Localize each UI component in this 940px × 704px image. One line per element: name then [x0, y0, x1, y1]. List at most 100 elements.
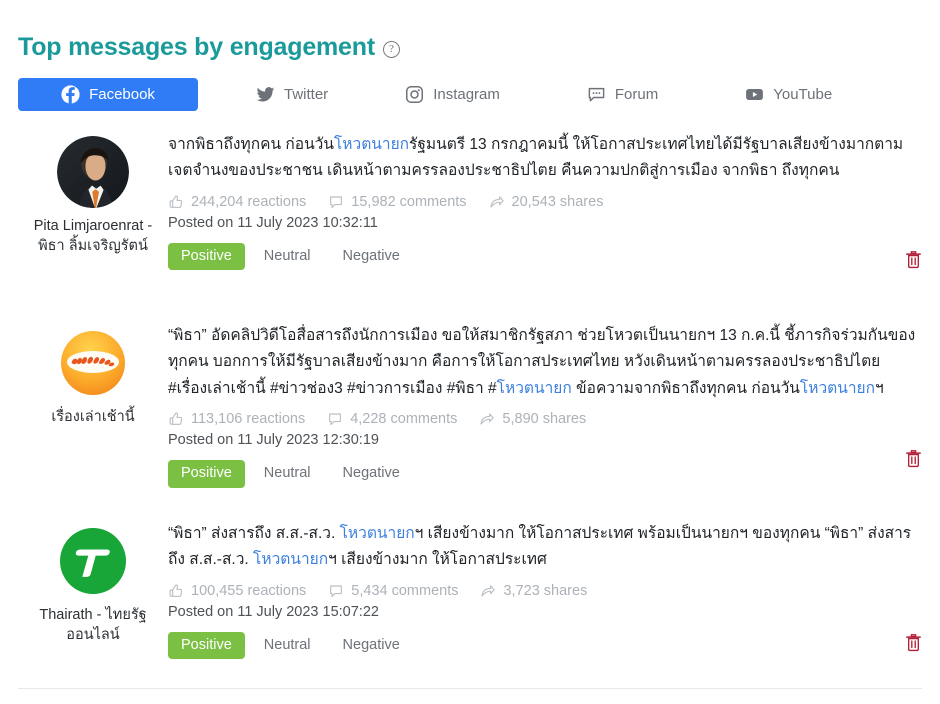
- delete-message-button[interactable]: [905, 250, 922, 269]
- trash-icon: [906, 250, 921, 268]
- author-name: Thairath - ไทยรัฐออนไลน์: [39, 606, 147, 644]
- reactions-metric: 113,106 reactions: [168, 411, 305, 427]
- message-text-link[interactable]: โหวตนายก: [334, 136, 409, 153]
- avatar-logo-ruengleacownee: [57, 326, 129, 399]
- youtube-icon: [745, 85, 764, 104]
- sentiment-negative-button[interactable]: Negative: [330, 460, 413, 488]
- reactions-metric: 244,204 reactions: [168, 194, 306, 210]
- engagement-metrics: 113,106 reactions 4,228 comments 5,890 s…: [168, 411, 922, 427]
- comment-bubble-icon: [328, 194, 344, 210]
- sentiment-selector: Positive Neutral Negative: [168, 631, 922, 660]
- message-text: จากพิธาถึงทุกคน ก่อนวันโหวตนายกรัฐมนตรี …: [168, 132, 922, 185]
- comment-bubble-icon: [327, 411, 343, 427]
- sentiment-neutral-button[interactable]: Neutral: [251, 460, 324, 488]
- posted-timestamp: Posted on 11 July 2023 10:32:11: [168, 214, 378, 231]
- avatar: [57, 524, 129, 597]
- sentiment-neutral-button[interactable]: Neutral: [251, 632, 324, 660]
- sentiment-neutral-button[interactable]: Neutral: [251, 243, 324, 271]
- delete-message-button[interactable]: [905, 633, 922, 652]
- message-author: Pita Limjaroenrat - พิธา ลิ้มเจริญรัตน์: [18, 127, 168, 317]
- instagram-icon: [405, 85, 424, 104]
- tab-label-instagram: Instagram: [433, 85, 500, 103]
- message-text: “พิธา” อัดคลิปวิดีโอสื่อสารถึงนักการเมือ…: [168, 323, 922, 403]
- shares-metric: 5,890 shares: [479, 411, 586, 427]
- sentiment-negative-button[interactable]: Negative: [330, 243, 413, 271]
- comments-count: 15,982 comments: [351, 193, 467, 210]
- message-body: “พิธา” อัดคลิปวิดีโอสื่อสารถึงนักการเมือ…: [168, 318, 922, 515]
- comments-count: 4,228 comments: [350, 411, 458, 428]
- tab-label-youtube: YouTube: [773, 85, 833, 103]
- posted-timestamp: Posted on 11 July 2023 15:07:22: [168, 603, 379, 620]
- delete-message-button[interactable]: [905, 449, 922, 468]
- posted-timestamp: Posted on 11 July 2023 12:30:19: [168, 432, 379, 449]
- twitter-icon: [256, 85, 275, 104]
- platform-tabs: Facebook Twitter Instagram Forum YouTube: [0, 77, 940, 111]
- share-arrow-icon: [489, 194, 505, 210]
- message-text-run: ข้อความจากพิธาถึงทุกคน ก่อนวัน: [571, 379, 800, 397]
- message-author: เรื่องเล่าเช้านี้: [18, 318, 168, 515]
- tab-forum[interactable]: Forum: [571, 78, 674, 111]
- panel-header: Top messages by engagement ?: [0, 0, 940, 62]
- thumbs-up-icon: [168, 583, 184, 599]
- messages-list: Pita Limjaroenrat - พิธา ลิ้มเจริญรัตน์ …: [0, 127, 940, 689]
- tab-label-facebook: Facebook: [89, 85, 155, 103]
- thumbs-up-icon: [168, 194, 184, 210]
- comments-count: 5,434 comments: [351, 582, 459, 599]
- message-text-link[interactable]: โหวตนายก: [800, 380, 875, 397]
- engagement-metrics: 244,204 reactions 15,982 comments 20,543…: [168, 194, 922, 210]
- message-text-link[interactable]: โหวตนายก: [253, 551, 328, 568]
- top-messages-panel: Top messages by engagement ? Facebook Tw…: [0, 0, 940, 704]
- message-row: Thairath - ไทยรัฐออนไลน์ “พิธา” ส่งสารถึ…: [0, 516, 940, 688]
- trash-icon: [906, 449, 921, 467]
- comments-metric: 4,228 comments: [327, 411, 457, 427]
- message-row: Pita Limjaroenrat - พิธา ลิ้มเจริญรัตน์ …: [0, 127, 940, 317]
- shares-count: 3,723 shares: [503, 582, 588, 599]
- avatar-photo-pita: [57, 135, 129, 208]
- avatar-logo-thairath: [57, 524, 129, 597]
- facebook-icon: [61, 84, 80, 104]
- forum-icon: [587, 85, 606, 104]
- share-arrow-icon: [479, 411, 495, 427]
- engagement-metrics: 100,455 reactions 5,434 comments 3,723 s…: [168, 583, 922, 599]
- message-body: “พิธา” ส่งสารถึง ส.ส.-ส.ว. โหวตนายกฯ เสี…: [168, 516, 922, 688]
- comment-bubble-icon: [328, 583, 344, 599]
- reactions-count: 244,204 reactions: [191, 193, 307, 210]
- message-author: Thairath - ไทยรัฐออนไลน์: [18, 516, 168, 688]
- tab-instagram[interactable]: Instagram: [389, 78, 516, 111]
- shares-count: 5,890 shares: [502, 411, 587, 428]
- message-text-run: “พิธา” ส่งสารถึง ส.ส.-ส.ว.: [168, 524, 340, 542]
- sentiment-selector: Positive Neutral Negative: [168, 242, 922, 271]
- trash-icon: [906, 633, 921, 651]
- shares-count: 20,543 shares: [511, 193, 604, 210]
- reactions-metric: 100,455 reactions: [168, 583, 306, 599]
- message-text-link[interactable]: โหวตนายก: [497, 380, 572, 397]
- message-text-run: จากพิธาถึงทุกคน ก่อนวัน: [168, 135, 334, 153]
- shares-metric: 3,723 shares: [480, 583, 587, 599]
- sentiment-positive-button[interactable]: Positive: [168, 242, 245, 271]
- sentiment-negative-button[interactable]: Negative: [330, 632, 413, 660]
- avatar: [57, 326, 129, 399]
- message-text-run: ฯ: [874, 379, 884, 397]
- message-text: “พิธา” ส่งสารถึง ส.ส.-ส.ว. โหวตนายกฯ เสี…: [168, 521, 922, 574]
- reactions-count: 100,455 reactions: [191, 582, 307, 599]
- comments-metric: 5,434 comments: [328, 583, 458, 599]
- sentiment-positive-button[interactable]: Positive: [168, 460, 245, 488]
- sentiment-selector: Positive Neutral Negative: [168, 460, 922, 488]
- message-text-run: ฯ เสียงข้างมาก ให้โอกาสประเทศ: [328, 551, 547, 569]
- tab-facebook[interactable]: Facebook: [18, 77, 198, 111]
- tab-youtube[interactable]: YouTube: [729, 78, 848, 111]
- message-row: เรื่องเล่าเช้านี้ “พิธา” อัดคลิปวิดีโอสื…: [0, 318, 940, 515]
- author-name: เรื่องเล่าเช้านี้: [51, 408, 135, 425]
- tab-label-forum: Forum: [614, 85, 659, 103]
- sentiment-positive-button[interactable]: Positive: [168, 631, 245, 660]
- comments-metric: 15,982 comments: [328, 193, 467, 210]
- share-arrow-icon: [480, 583, 496, 599]
- message-body: จากพิธาถึงทุกคน ก่อนวันโหวตนายกรัฐมนตรี …: [168, 127, 922, 317]
- tab-twitter[interactable]: Twitter: [240, 78, 344, 111]
- avatar: [57, 135, 129, 208]
- message-text-link[interactable]: โหวตนายก: [340, 525, 415, 542]
- question-circle-icon[interactable]: ?: [382, 41, 400, 59]
- reactions-count: 113,106 reactions: [191, 411, 306, 428]
- shares-metric: 20,543 shares: [489, 193, 604, 210]
- thumbs-up-icon: [168, 411, 184, 427]
